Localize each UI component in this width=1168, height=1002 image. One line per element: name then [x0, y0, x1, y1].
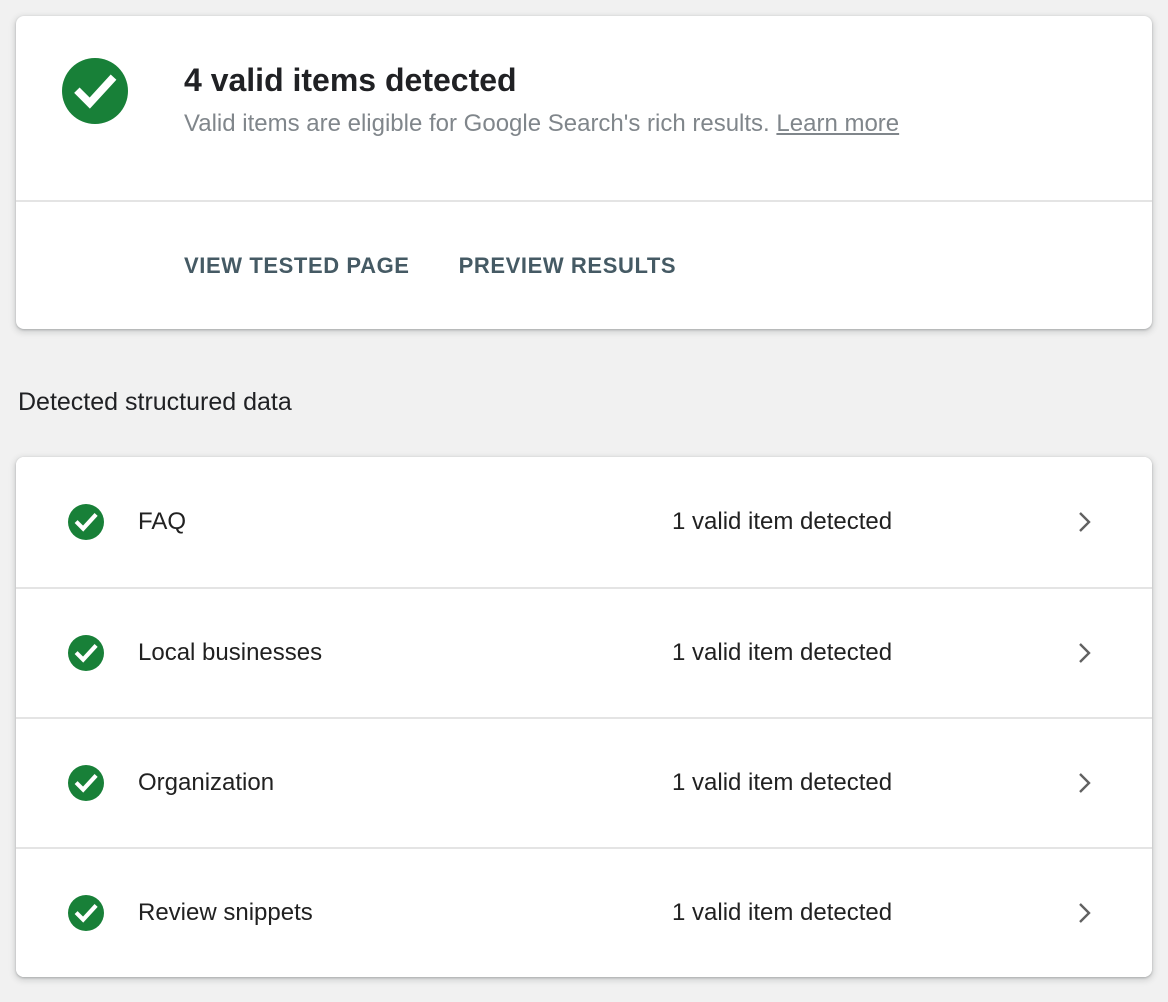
list-item-label: Organization — [138, 769, 672, 797]
check-circle-icon — [68, 635, 104, 671]
summary-actions: VIEW TESTED PAGE PREVIEW RESULTS — [16, 202, 1152, 329]
learn-more-link[interactable]: Learn more — [776, 110, 899, 137]
list-item-label: Local businesses — [138, 639, 672, 667]
list-item-status: 1 valid item detected — [672, 769, 1072, 797]
chevron-right-icon — [1072, 505, 1096, 539]
chevron-right-icon — [1072, 636, 1096, 670]
list-item-review-snippets[interactable]: Review snippets 1 valid item detected — [16, 847, 1152, 977]
chevron-right-icon — [1072, 896, 1096, 930]
chevron-right-icon — [1072, 766, 1096, 800]
detected-structured-data-list: FAQ 1 valid item detected Local business… — [16, 457, 1152, 977]
summary-header: 4 valid items detected Valid items are e… — [16, 16, 1152, 202]
list-item-label: FAQ — [138, 508, 672, 536]
check-circle-icon — [68, 765, 104, 801]
check-circle-icon — [62, 58, 128, 124]
list-item-local-businesses[interactable]: Local businesses 1 valid item detected — [16, 587, 1152, 717]
list-item-status: 1 valid item detected — [672, 639, 1072, 667]
section-heading: Detected structured data — [16, 387, 1152, 417]
check-circle-icon — [68, 895, 104, 931]
check-circle-icon — [68, 504, 104, 540]
preview-results-button[interactable]: PREVIEW RESULTS — [459, 253, 677, 279]
summary-subtitle-text: Valid items are eligible for Google Sear… — [184, 110, 770, 137]
summary-texts: 4 valid items detected Valid items are e… — [184, 58, 899, 140]
list-item-label: Review snippets — [138, 899, 672, 927]
list-item-faq[interactable]: FAQ 1 valid item detected — [16, 457, 1152, 587]
rich-results-page: 4 valid items detected Valid items are e… — [0, 0, 1168, 1002]
summary-card: 4 valid items detected Valid items are e… — [16, 16, 1152, 329]
list-item-organization[interactable]: Organization 1 valid item detected — [16, 717, 1152, 847]
summary-title: 4 valid items detected — [184, 60, 899, 100]
list-item-status: 1 valid item detected — [672, 899, 1072, 927]
summary-subtitle: Valid items are eligible for Google Sear… — [184, 108, 899, 140]
list-item-status: 1 valid item detected — [672, 508, 1072, 536]
view-tested-page-button[interactable]: VIEW TESTED PAGE — [184, 253, 410, 279]
